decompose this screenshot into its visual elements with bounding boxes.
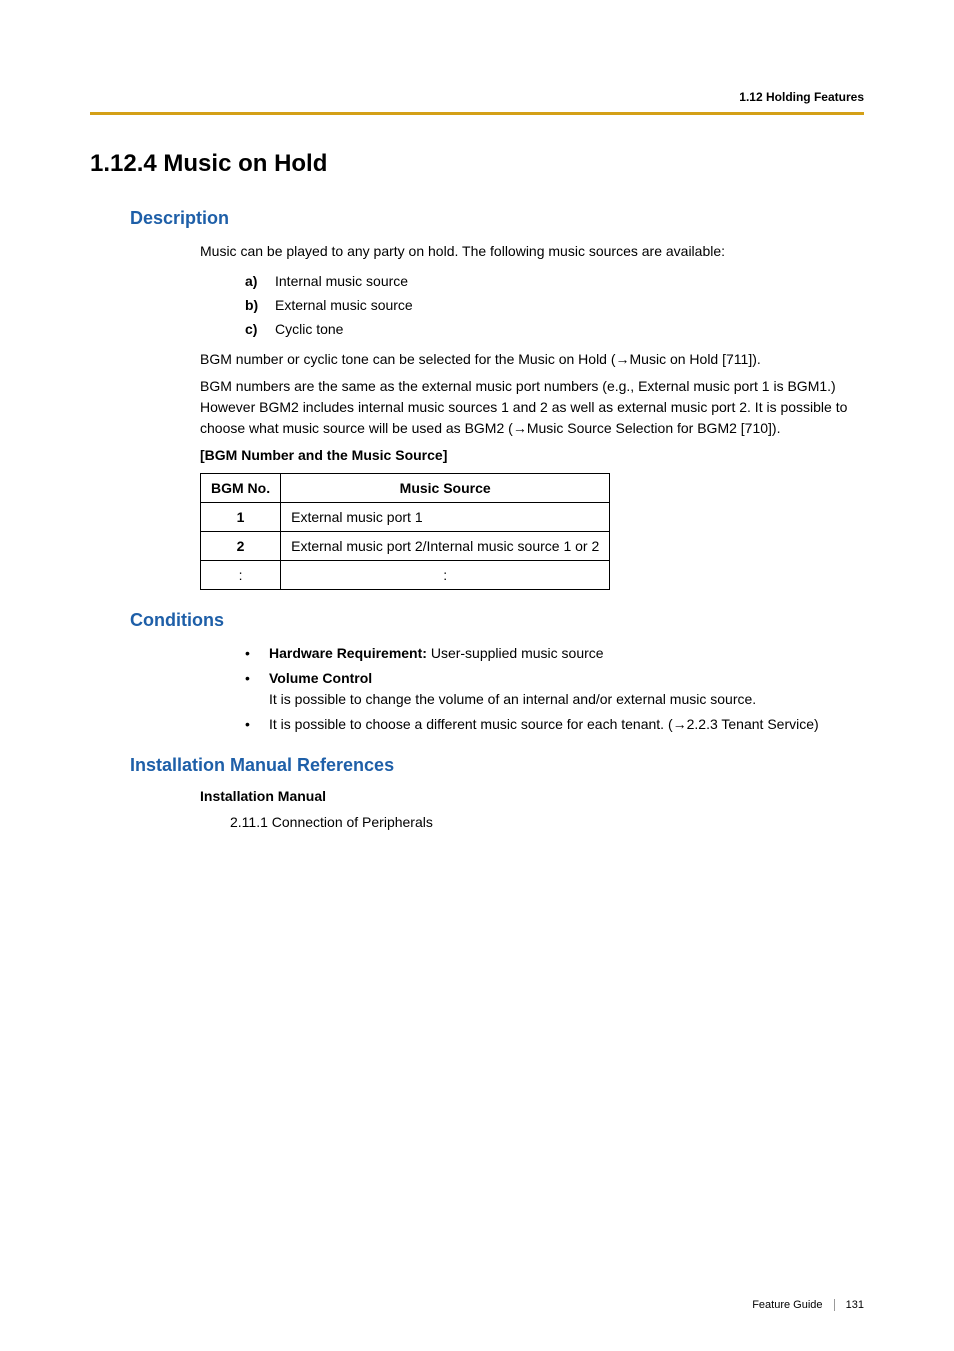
installation-ref: 2.11.1 Connection of Peripherals	[230, 814, 864, 830]
list-marker: a)	[245, 270, 275, 294]
table-row: 1 External music port 1	[201, 503, 610, 532]
cross-ref-link[interactable]: Music on Hold [711]).	[630, 351, 761, 367]
conditions-list: • Hardware Requirement: User-supplied mu…	[245, 643, 864, 735]
table-row: : :	[201, 561, 610, 590]
list-marker: c)	[245, 318, 275, 342]
header-divider	[90, 112, 864, 115]
bullet-icon: •	[245, 668, 269, 710]
table-header-bgm: BGM No.	[201, 474, 281, 503]
arrow-icon: →	[616, 351, 630, 367]
description-content: Music can be played to any party on hold…	[200, 241, 864, 590]
installation-content: Installation Manual 2.11.1 Connection of…	[200, 788, 864, 830]
condition-content: It is possible to choose a different mus…	[269, 714, 864, 735]
condition-label: Hardware Requirement:	[269, 645, 431, 661]
table-header-source: Music Source	[281, 474, 610, 503]
installation-heading: Installation Manual References	[130, 755, 864, 776]
list-text: Cyclic tone	[275, 318, 343, 342]
table-cell-bgm: 1	[201, 503, 281, 532]
condition-text: User-supplied music source	[431, 645, 604, 661]
list-text: External music source	[275, 294, 413, 318]
table-cell-source: :	[281, 561, 610, 590]
table-row: 2 External music port 2/Internal music s…	[201, 532, 610, 561]
table-cell-source: External music port 2/Internal music sou…	[281, 532, 610, 561]
para-text: BGM number or cyclic tone can be selecte…	[200, 351, 616, 367]
condition-text: It is possible to choose a different mus…	[269, 716, 673, 732]
list-text: Internal music source	[275, 270, 408, 294]
footer-divider	[834, 1299, 835, 1311]
table-header-row: BGM No. Music Source	[201, 474, 610, 503]
table-cell-source: External music port 1	[281, 503, 610, 532]
list-item-a: a) Internal music source	[245, 270, 864, 294]
arrow-icon: →	[513, 420, 527, 436]
cross-ref-link[interactable]: Music Source Selection for BGM2 [710]).	[527, 420, 781, 436]
condition-item: • It is possible to choose a different m…	[245, 714, 864, 735]
bullet-icon: •	[245, 643, 269, 664]
page-title: 1.12.4 Music on Hold	[90, 150, 864, 178]
arrow-icon: →	[673, 716, 687, 732]
table-cell-bgm: :	[201, 561, 281, 590]
condition-label: Volume Control	[269, 670, 372, 686]
table-heading: [BGM Number and the Music Source]	[200, 447, 864, 463]
bgm-table: BGM No. Music Source 1 External music po…	[200, 473, 610, 590]
cross-ref-link[interactable]: 2.2.3 Tenant Service)	[687, 716, 819, 732]
header-breadcrumb: 1.12 Holding Features	[739, 90, 864, 104]
conditions-content: • Hardware Requirement: User-supplied mu…	[200, 643, 864, 735]
installation-subheading: Installation Manual	[200, 788, 864, 804]
footer-page-number: 131	[846, 1299, 864, 1311]
table-cell-bgm: 2	[201, 532, 281, 561]
list-item-b: b) External music source	[245, 294, 864, 318]
condition-item: • Volume Control It is possible to chang…	[245, 668, 864, 710]
condition-text: It is possible to change the volume of a…	[269, 691, 756, 707]
description-para2: BGM numbers are the same as the external…	[200, 376, 864, 439]
list-marker: b)	[245, 294, 275, 318]
description-intro: Music can be played to any party on hold…	[200, 241, 864, 262]
condition-item: • Hardware Requirement: User-supplied mu…	[245, 643, 864, 664]
bullet-icon: •	[245, 714, 269, 735]
page-footer: Feature Guide 131	[752, 1299, 864, 1311]
footer-label: Feature Guide	[752, 1299, 822, 1311]
list-item-c: c) Cyclic tone	[245, 318, 864, 342]
conditions-heading: Conditions	[130, 610, 864, 631]
condition-content: Hardware Requirement: User-supplied musi…	[269, 643, 864, 664]
music-source-list: a) Internal music source b) External mus…	[245, 270, 864, 341]
description-para1: BGM number or cyclic tone can be selecte…	[200, 349, 864, 370]
description-heading: Description	[130, 208, 864, 229]
condition-content: Volume Control It is possible to change …	[269, 668, 864, 710]
